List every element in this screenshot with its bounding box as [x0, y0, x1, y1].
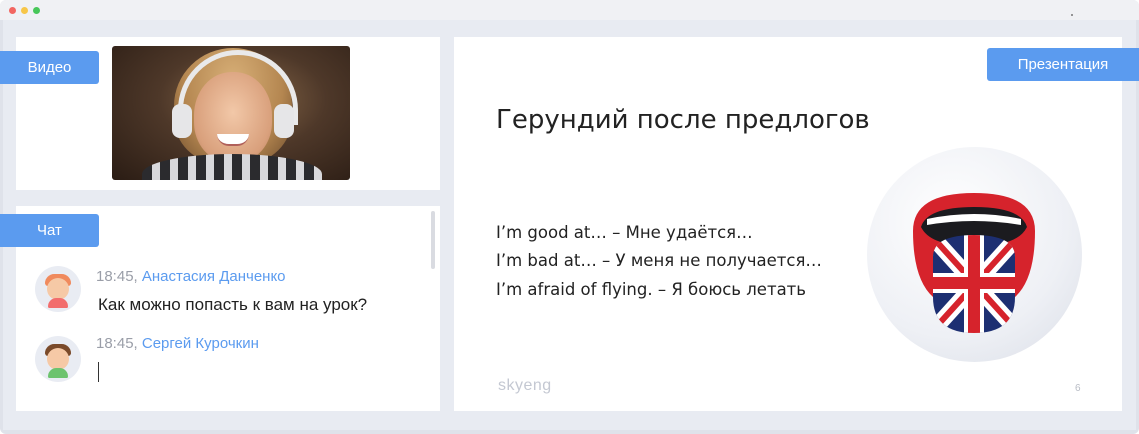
video-stream[interactable] — [112, 46, 350, 180]
presentation-label: Презентация — [987, 48, 1139, 81]
avatar-body — [48, 368, 68, 378]
chat-label: Чат — [0, 214, 99, 247]
window-titlebar — [0, 0, 1139, 20]
message-meta: 18:45, Сергей Курочкин — [96, 335, 259, 352]
window-close-icon[interactable] — [9, 7, 16, 14]
slide-title: Герундий после предлогов — [496, 105, 870, 135]
window-maximize-icon[interactable] — [33, 7, 40, 14]
slide-line: I’m bad at… – У меня не получается… — [496, 251, 822, 270]
brand-logo: skyeng — [498, 377, 552, 394]
slide-page-number: 6 — [1075, 383, 1081, 394]
headphone-cup-right — [274, 104, 294, 138]
message-time: 18:45, — [96, 335, 142, 352]
message-author[interactable]: Анастасия Данченко — [142, 268, 286, 285]
workspace: 18:45, Анастасия Данченко Как можно попа… — [3, 20, 1136, 430]
slide-line: I’m good at… – Мне удаётся… — [496, 223, 753, 242]
video-person-face — [194, 72, 272, 162]
avatar — [35, 266, 81, 312]
avatar — [35, 336, 81, 382]
avatar-face — [47, 348, 69, 370]
message-text: Как можно попасть к вам на урок? — [98, 295, 368, 314]
video-person-shirt — [142, 154, 322, 180]
message-author[interactable]: Сергей Курочкин — [142, 335, 259, 352]
avatar-body — [48, 298, 68, 308]
message-input[interactable] — [98, 360, 398, 382]
headphone-cup-left — [172, 104, 192, 138]
message-time: 18:45, — [96, 268, 142, 285]
app-window: 18:45, Анастасия Данченко Как можно попа… — [0, 0, 1139, 434]
chat-scrollbar[interactable] — [431, 211, 435, 269]
tongue-flag-illustration — [867, 147, 1082, 362]
titlebar-dot — [1071, 14, 1073, 16]
message-meta: 18:45, Анастасия Данченко — [96, 268, 286, 285]
text-caret — [98, 362, 99, 382]
video-label: Видео — [0, 51, 99, 84]
slide-line: I’m afraid of flying. – Я боюсь летать — [496, 280, 807, 299]
mouth-flag-icon — [913, 193, 1035, 333]
presentation-panel: Герундий после предлогов I’m good at… – … — [454, 37, 1122, 411]
window-minimize-icon[interactable] — [21, 7, 28, 14]
avatar-face — [47, 278, 69, 300]
